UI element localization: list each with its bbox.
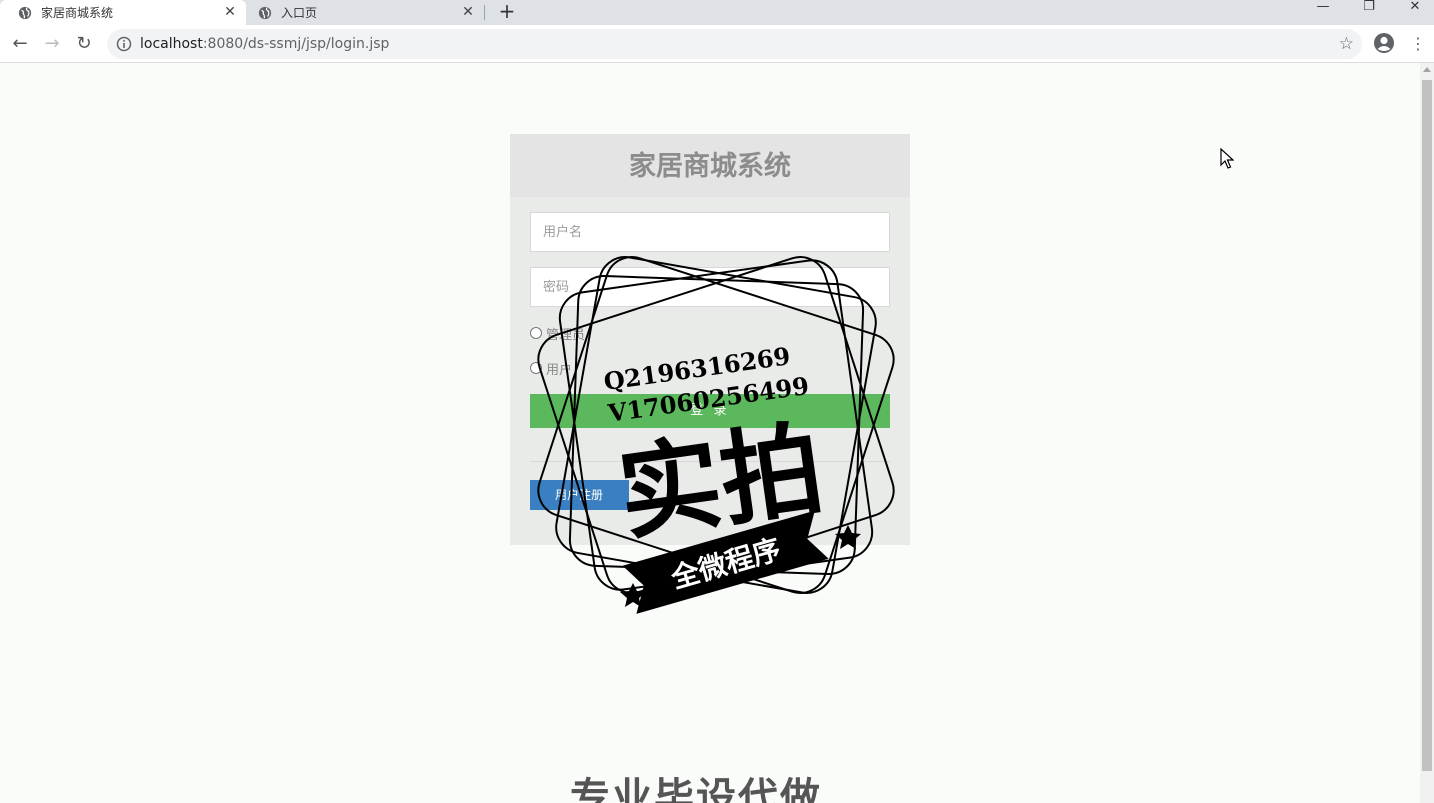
globe-icon xyxy=(258,6,272,19)
url-path: :8080/ds-ssmj/jsp/login.jsp xyxy=(202,36,390,52)
page-viewport: 家居商城系统 管理员 用户 登 录 用户注册 Q2196316269 V1706… xyxy=(0,63,1420,803)
tab-home-mall[interactable]: 家居商城系统 ✕ xyxy=(0,0,246,25)
close-tab-icon[interactable]: ✕ xyxy=(222,4,238,20)
profile-avatar-icon[interactable] xyxy=(1373,32,1395,54)
tab-strip: 家居商城系统 ✕ 入口页 ✕ + — ❐ ✕ xyxy=(0,0,1434,25)
kebab-menu-icon[interactable]: ⋮ xyxy=(1410,33,1426,55)
url-text: localhost:8080/ds-ssmj/jsp/login.jsp xyxy=(140,36,389,52)
bookmark-star-icon[interactable]: ☆ xyxy=(1339,34,1354,54)
watermark-stamp: Q2196316269 V17060256499 实拍 全微程序 xyxy=(537,256,895,614)
browser-toolbar: ← → ↻ localhost:8080/ds-ssmj/jsp/login.j… xyxy=(0,25,1434,63)
footer-watermark-text: 专业毕设代做 xyxy=(570,775,822,803)
close-window-icon[interactable]: ✕ xyxy=(1395,0,1434,18)
minimize-icon[interactable]: — xyxy=(1303,0,1343,18)
restore-icon[interactable]: ❐ xyxy=(1349,0,1389,18)
close-tab-icon[interactable]: ✕ xyxy=(460,4,476,20)
tab-title: 家居商城系统 xyxy=(41,6,114,20)
new-tab-icon[interactable]: + xyxy=(497,0,517,22)
vertical-scrollbar[interactable] xyxy=(1420,63,1434,803)
login-title: 家居商城系统 xyxy=(510,134,910,197)
tab-separator xyxy=(484,5,485,20)
globe-icon xyxy=(18,6,32,19)
forward-icon[interactable]: → xyxy=(41,33,63,55)
back-icon[interactable]: ← xyxy=(9,33,31,55)
info-icon[interactable] xyxy=(116,36,132,52)
address-bar[interactable]: localhost:8080/ds-ssmj/jsp/login.jsp ☆ xyxy=(107,29,1362,59)
url-host: localhost xyxy=(140,36,203,52)
scroll-up-icon[interactable] xyxy=(1423,67,1431,72)
scrollbar-thumb[interactable] xyxy=(1422,80,1432,771)
mouse-cursor-icon xyxy=(1220,148,1234,169)
tab-title: 入口页 xyxy=(281,6,318,20)
tab-entry-page[interactable]: 入口页 ✕ xyxy=(240,0,484,25)
reload-icon[interactable]: ↻ xyxy=(73,33,95,55)
